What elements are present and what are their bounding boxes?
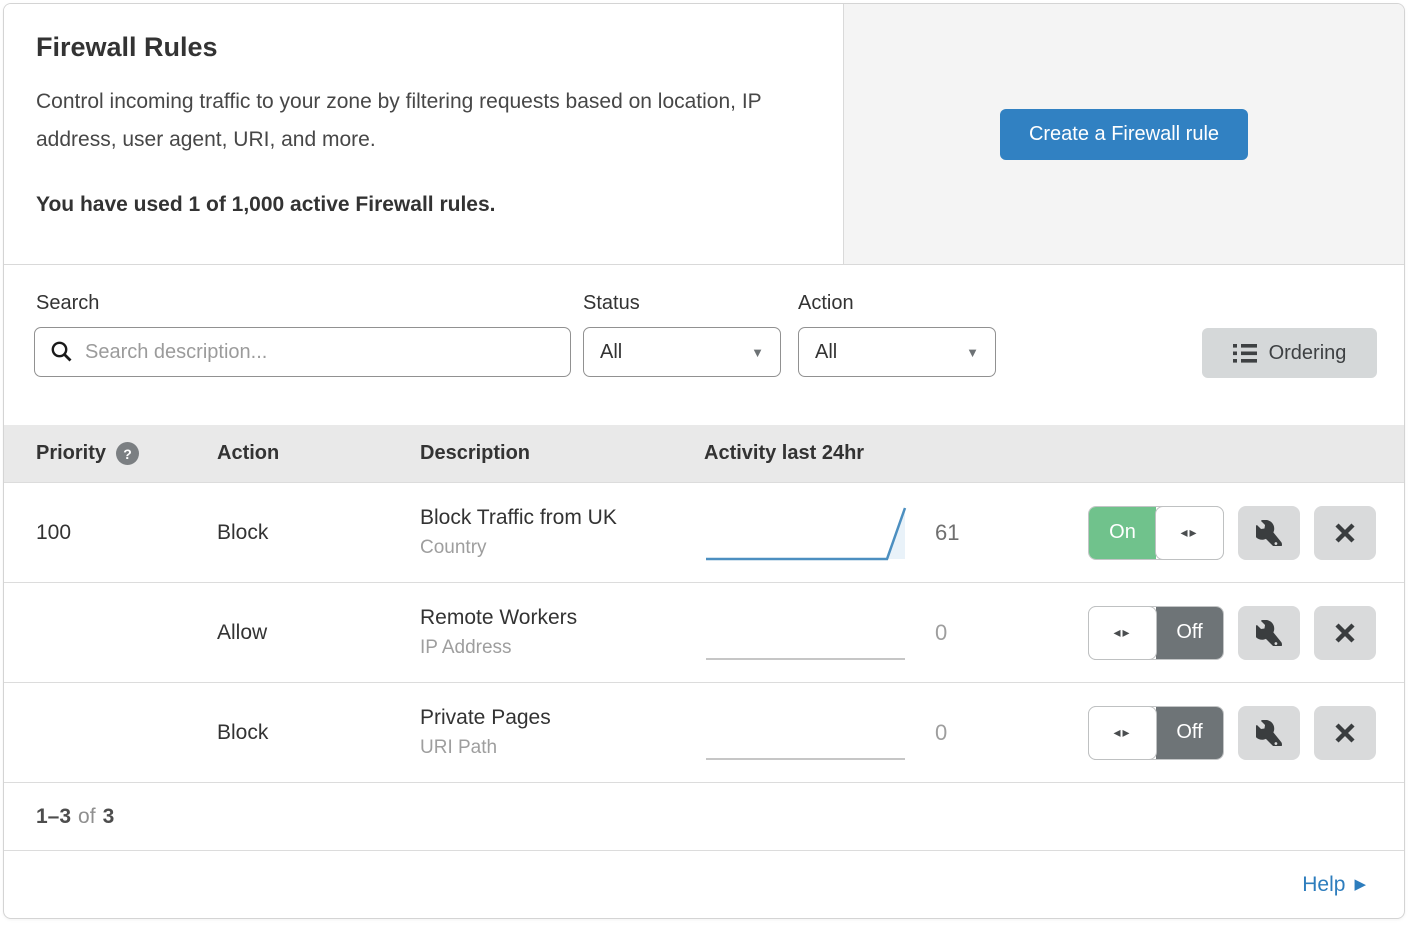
- action-selected-value: All: [815, 341, 837, 364]
- usage-note: You have used 1 of 1,000 active Firewall…: [36, 193, 811, 217]
- rule-match-type: IP Address: [420, 637, 704, 659]
- pagination-bar: 1–3 of 3: [4, 783, 1404, 851]
- status-selected-value: All: [600, 341, 622, 364]
- caret-down-icon: ▼: [966, 345, 979, 360]
- delete-rule-button[interactable]: [1314, 706, 1376, 760]
- caret-down-icon: ▼: [751, 345, 764, 360]
- rule-description: Block Traffic from UK: [420, 506, 704, 530]
- ordered-list-icon: [1233, 343, 1257, 364]
- activity-sparkline: [704, 483, 909, 582]
- rule-action: Block: [217, 521, 420, 545]
- filters-bar: Search Status All ▼ Action All ▼: [4, 265, 1404, 425]
- pagination-range: 1–3: [36, 805, 71, 829]
- rule-priority: 100: [36, 521, 217, 545]
- table-row: Allow Remote Workers IP Address 0 ◂▸ Off: [4, 583, 1404, 683]
- rule-controls: On ◂▸: [1088, 506, 1376, 560]
- edit-rule-button[interactable]: [1238, 606, 1300, 660]
- table-row: 100 Block Block Traffic from UK Country …: [4, 483, 1404, 583]
- page-title: Firewall Rules: [36, 32, 811, 63]
- action-filter-select[interactable]: All ▼: [798, 327, 996, 377]
- firewall-rules-panel: Firewall Rules Control incoming traffic …: [3, 3, 1405, 919]
- help-link-label: Help: [1302, 873, 1345, 897]
- toggle-off-segment[interactable]: Off: [1156, 707, 1223, 759]
- header-action-area: Create a Firewall rule: [844, 4, 1404, 264]
- rule-controls: ◂▸ Off: [1088, 606, 1376, 660]
- action-filter-label: Action: [798, 292, 854, 315]
- search-field-wrapper: [34, 327, 571, 377]
- status-filter-select[interactable]: All ▼: [583, 327, 781, 377]
- toggle-handle[interactable]: ◂▸: [1088, 706, 1157, 760]
- rule-controls: ◂▸ Off: [1088, 706, 1376, 760]
- rule-action: Allow: [217, 621, 420, 645]
- column-action: Action: [217, 442, 420, 465]
- close-icon: [1333, 721, 1357, 745]
- toggle-arrows-icon: ◂▸: [1113, 624, 1131, 641]
- rule-description: Remote Workers: [420, 606, 704, 630]
- pagination-total: 3: [103, 805, 115, 829]
- table-header: Priority ? Action Description Activity l…: [4, 425, 1404, 483]
- status-filter-label: Status: [583, 292, 640, 315]
- delete-rule-button[interactable]: [1314, 506, 1376, 560]
- rule-action: Block: [217, 721, 420, 745]
- help-bar: Help ▶: [4, 851, 1404, 918]
- close-icon: [1333, 521, 1357, 545]
- ordering-button-label: Ordering: [1269, 342, 1347, 365]
- wrench-icon: [1256, 720, 1282, 746]
- search-icon: [50, 340, 74, 364]
- toggle-arrows-icon: ◂▸: [1180, 524, 1198, 541]
- priority-help-icon[interactable]: ?: [116, 442, 139, 465]
- page-description: Control incoming traffic to your zone by…: [36, 83, 806, 159]
- activity-count: 0: [935, 620, 995, 646]
- wrench-icon: [1256, 520, 1282, 546]
- activity-count: 0: [935, 720, 995, 746]
- toggle-handle[interactable]: ◂▸: [1088, 606, 1157, 660]
- column-priority: Priority ?: [36, 442, 217, 465]
- wrench-icon: [1256, 620, 1282, 646]
- header-text-block: Firewall Rules Control incoming traffic …: [4, 4, 844, 264]
- column-activity: Activity last 24hr: [704, 442, 1376, 465]
- header-section: Firewall Rules Control incoming traffic …: [4, 4, 1404, 265]
- edit-rule-button[interactable]: [1238, 506, 1300, 560]
- rule-enabled-toggle[interactable]: On ◂▸: [1088, 506, 1224, 560]
- toggle-handle[interactable]: ◂▸: [1155, 506, 1224, 560]
- rule-description-cell: Remote Workers IP Address: [420, 606, 704, 659]
- table-row: Block Private Pages URI Path 0 ◂▸ Off: [4, 683, 1404, 783]
- rule-match-type: Country: [420, 537, 704, 559]
- rule-enabled-toggle[interactable]: ◂▸ Off: [1088, 606, 1224, 660]
- search-label: Search: [36, 292, 99, 315]
- rule-description: Private Pages: [420, 706, 704, 730]
- toggle-on-segment[interactable]: On: [1089, 507, 1156, 559]
- toggle-off-segment[interactable]: Off: [1156, 607, 1223, 659]
- rule-description-cell: Block Traffic from UK Country: [420, 506, 704, 559]
- toggle-arrows-icon: ◂▸: [1113, 724, 1131, 741]
- activity-sparkline: [704, 683, 909, 782]
- edit-rule-button[interactable]: [1238, 706, 1300, 760]
- rule-match-type: URI Path: [420, 737, 704, 759]
- column-description: Description: [420, 442, 704, 465]
- search-input[interactable]: [34, 327, 571, 377]
- pagination-of-label: of: [78, 805, 96, 829]
- create-firewall-rule-button[interactable]: Create a Firewall rule: [1000, 109, 1248, 160]
- arrow-right-icon: ▶: [1354, 877, 1366, 892]
- rule-description-cell: Private Pages URI Path: [420, 706, 704, 759]
- activity-sparkline: [704, 583, 909, 682]
- activity-count: 61: [935, 520, 995, 546]
- rule-enabled-toggle[interactable]: ◂▸ Off: [1088, 706, 1224, 760]
- close-icon: [1333, 621, 1357, 645]
- help-link[interactable]: Help ▶: [1302, 873, 1366, 897]
- priority-header-label: Priority: [36, 442, 106, 465]
- delete-rule-button[interactable]: [1314, 606, 1376, 660]
- ordering-button[interactable]: Ordering: [1202, 328, 1377, 378]
